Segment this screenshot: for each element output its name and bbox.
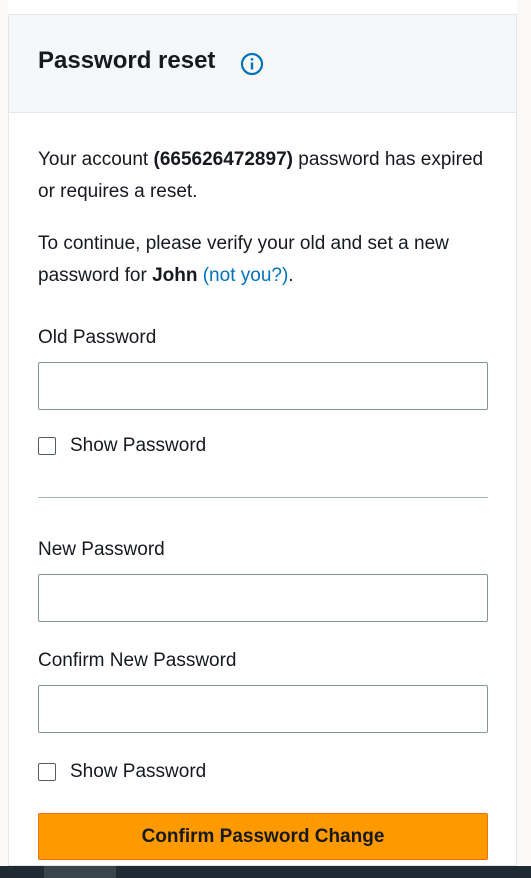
continue-message: To continue, please verify your old and … xyxy=(38,228,488,292)
background-left xyxy=(0,0,8,878)
old-password-input[interactable] xyxy=(38,362,488,410)
info-icon[interactable] xyxy=(240,52,264,76)
confirm-password-input[interactable] xyxy=(38,685,488,733)
confirm-password-change-button[interactable]: Confirm Password Change xyxy=(38,813,488,860)
show-password-label-1: Show Password xyxy=(70,435,207,456)
divider xyxy=(38,497,488,498)
password-reset-card: Password reset Your account (66562647289… xyxy=(8,14,517,866)
show-password-row-2[interactable]: Show Password xyxy=(38,761,206,783)
show-password-checkbox-1[interactable] xyxy=(38,437,56,455)
new-password-label: New Password xyxy=(38,539,165,560)
account-expired-message: Your account (665626472897) password has… xyxy=(38,144,488,208)
background-right xyxy=(517,0,531,878)
show-password-label-2: Show Password xyxy=(70,761,207,782)
new-password-input[interactable] xyxy=(38,574,488,622)
not-you-link[interactable]: (not you?) xyxy=(203,265,289,286)
old-password-label: Old Password xyxy=(38,327,157,348)
confirm-password-label: Confirm New Password xyxy=(38,650,237,671)
show-password-row-1[interactable]: Show Password xyxy=(38,435,206,457)
user-name: John xyxy=(152,265,198,286)
taskbar-segment xyxy=(44,866,116,878)
page-title: Password reset xyxy=(38,47,216,74)
bottom-taskbar-strip xyxy=(0,866,531,878)
card-header: Password reset xyxy=(9,15,516,113)
show-password-checkbox-2[interactable] xyxy=(38,763,56,781)
account-prefix: Your account xyxy=(38,149,149,170)
account-id: (665626472897) xyxy=(153,149,293,170)
period: . xyxy=(288,265,294,286)
